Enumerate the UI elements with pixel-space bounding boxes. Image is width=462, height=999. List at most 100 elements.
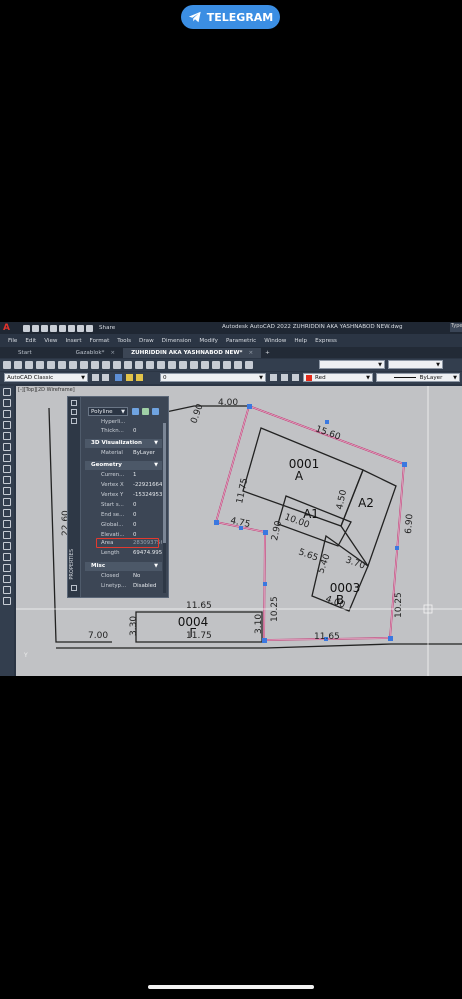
new-tab-button[interactable]: + bbox=[261, 348, 274, 358]
close-icon[interactable]: × bbox=[110, 350, 115, 356]
property-row[interactable]: Closed No bbox=[85, 573, 162, 582]
close-icon[interactable]: × bbox=[248, 350, 253, 356]
menu-help[interactable]: Help bbox=[294, 338, 307, 344]
sheet-set-icon[interactable] bbox=[201, 361, 209, 369]
save-icon[interactable] bbox=[25, 361, 33, 369]
zoom-window-icon[interactable] bbox=[146, 361, 154, 369]
palette-settings-icon[interactable] bbox=[71, 418, 77, 424]
menu-insert[interactable]: Insert bbox=[66, 338, 82, 344]
telegram-badge[interactable]: TELEGRAM bbox=[181, 5, 280, 29]
dim-style-dropdown[interactable]: ▼ bbox=[388, 360, 443, 369]
layer-previous-icon[interactable] bbox=[281, 374, 288, 381]
open-icon[interactable] bbox=[32, 324, 39, 332]
property-row[interactable]: Thickn... 0 bbox=[85, 428, 162, 437]
menu-dimension[interactable]: Dimension bbox=[162, 338, 192, 344]
lightbulb-icon[interactable] bbox=[126, 374, 133, 381]
tool-palettes-icon[interactable] bbox=[190, 361, 198, 369]
customize-icon[interactable] bbox=[71, 585, 77, 591]
collapse-icon[interactable]: ▼ bbox=[154, 462, 158, 468]
property-row[interactable]: Vertex X-22921664.... bbox=[85, 482, 162, 491]
print-icon[interactable] bbox=[68, 324, 75, 332]
open-icon[interactable] bbox=[14, 361, 22, 369]
tab-current-drawing[interactable]: ZUHRIDDIN AKA YASHNABOD NEW* × bbox=[123, 348, 262, 358]
property-row[interactable]: Start s... 0 bbox=[85, 502, 162, 511]
save-icon[interactable] bbox=[41, 324, 48, 332]
menu-draw[interactable]: Draw bbox=[139, 338, 154, 344]
tab-start[interactable]: Start bbox=[10, 348, 40, 358]
revision-cloud-icon[interactable] bbox=[3, 465, 11, 473]
menu-express[interactable]: Express bbox=[315, 338, 337, 344]
calculator-icon[interactable] bbox=[223, 361, 231, 369]
workspace-dropdown[interactable]: AutoCAD Classic ▼ bbox=[4, 373, 88, 382]
save-as-icon[interactable] bbox=[50, 324, 57, 332]
sun-icon[interactable] bbox=[136, 374, 143, 381]
make-block-icon[interactable] bbox=[3, 520, 11, 528]
menu-file[interactable]: File bbox=[8, 338, 17, 344]
circle-icon[interactable] bbox=[3, 454, 11, 462]
text-style-icon[interactable] bbox=[245, 361, 253, 369]
property-row[interactable]: Hyperli... bbox=[85, 419, 162, 428]
layer-state-icon[interactable] bbox=[292, 374, 299, 381]
viewport-controls[interactable]: [-][Top][2D Wireframe] bbox=[16, 386, 77, 394]
section-3d-visualization[interactable]: 3D Visualization ▼ bbox=[85, 439, 162, 448]
lock-icon[interactable] bbox=[102, 374, 109, 381]
menu-view[interactable]: View bbox=[44, 338, 57, 344]
collapse-icon[interactable]: ▼ bbox=[154, 440, 158, 446]
property-row[interactable]: Length69474.9955 bbox=[85, 550, 162, 559]
gradient-icon[interactable] bbox=[3, 553, 11, 561]
ellipse-arc-icon[interactable] bbox=[3, 498, 11, 506]
print-icon[interactable] bbox=[36, 361, 44, 369]
cut-icon[interactable] bbox=[58, 361, 66, 369]
point-icon[interactable] bbox=[3, 531, 11, 539]
toggle-pickadd-icon[interactable] bbox=[132, 408, 139, 415]
menu-edit[interactable]: Edit bbox=[25, 338, 36, 344]
layer-dropdown[interactable]: 0 ▼ bbox=[160, 373, 266, 382]
make-current-icon[interactable] bbox=[270, 374, 277, 381]
property-row[interactable]: Linetyp... Disabled bbox=[85, 583, 162, 592]
text-style-dropdown[interactable]: ▼ bbox=[319, 360, 385, 369]
select-objects-icon[interactable] bbox=[142, 408, 149, 415]
polygon-icon[interactable] bbox=[3, 421, 11, 429]
tab-gazablok[interactable]: Gazablok* × bbox=[68, 348, 123, 358]
pan-icon[interactable] bbox=[124, 361, 132, 369]
construction-line-icon[interactable] bbox=[3, 399, 11, 407]
section-misc[interactable]: Misc ▼ bbox=[85, 562, 162, 571]
palette-scrollbar[interactable] bbox=[163, 423, 166, 593]
menu-modify[interactable]: Modify bbox=[199, 338, 218, 344]
object-type-dropdown[interactable]: Polyline ▼ bbox=[88, 407, 128, 416]
copy-icon[interactable] bbox=[69, 361, 77, 369]
web-icon[interactable] bbox=[59, 324, 66, 332]
region-icon[interactable] bbox=[3, 564, 11, 572]
arc-icon[interactable] bbox=[3, 443, 11, 451]
menu-format[interactable]: Format bbox=[90, 338, 110, 344]
zoom-icon[interactable] bbox=[135, 361, 143, 369]
help-icon[interactable] bbox=[234, 361, 242, 369]
insert-block-icon[interactable] bbox=[3, 509, 11, 517]
undo-icon[interactable] bbox=[77, 324, 84, 332]
color-dropdown[interactable]: Red ▼ bbox=[303, 373, 373, 382]
quick-select-icon[interactable] bbox=[152, 408, 159, 415]
menu-parametric[interactable]: Parametric bbox=[226, 338, 256, 344]
menu-tools[interactable]: Tools bbox=[117, 338, 131, 344]
table-icon[interactable] bbox=[3, 575, 11, 583]
properties-icon[interactable] bbox=[168, 361, 176, 369]
multiline-text-icon[interactable] bbox=[3, 586, 11, 594]
property-row[interactable]: End se... 0 bbox=[85, 512, 162, 521]
autohide-icon[interactable] bbox=[71, 409, 77, 415]
redo-icon[interactable] bbox=[86, 324, 93, 332]
layer-properties-icon[interactable] bbox=[115, 374, 122, 381]
polyline-icon[interactable] bbox=[3, 410, 11, 418]
redo-icon[interactable] bbox=[113, 361, 121, 369]
markup-icon[interactable] bbox=[212, 361, 220, 369]
match-properties-icon[interactable] bbox=[91, 361, 99, 369]
autocad-logo[interactable]: A bbox=[3, 323, 15, 333]
new-icon[interactable] bbox=[23, 324, 30, 332]
section-geometry[interactable]: Geometry ▼ bbox=[85, 461, 162, 470]
ellipse-icon[interactable] bbox=[3, 487, 11, 495]
zoom-previous-icon[interactable] bbox=[157, 361, 165, 369]
collapse-icon[interactable]: ▼ bbox=[154, 563, 158, 569]
property-row[interactable]: Vertex Y-15324953.... bbox=[85, 492, 162, 501]
settings-icon[interactable] bbox=[92, 374, 99, 381]
hatch-icon[interactable] bbox=[3, 542, 11, 550]
line-icon[interactable] bbox=[3, 388, 11, 396]
